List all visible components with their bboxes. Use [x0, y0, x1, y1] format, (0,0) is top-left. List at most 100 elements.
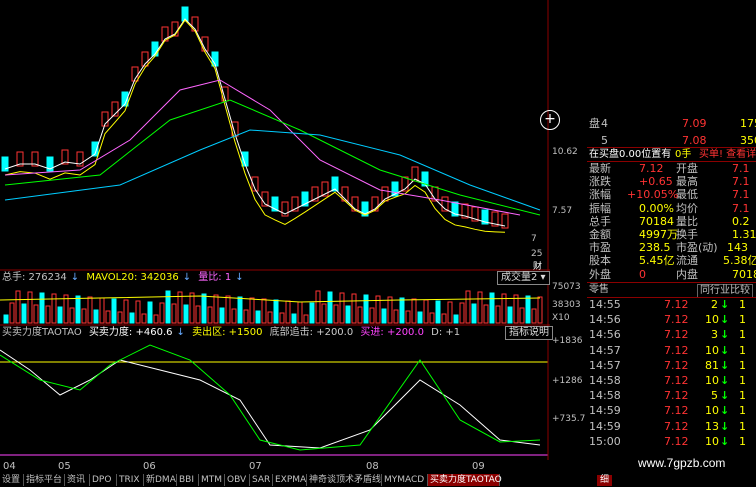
volume-bar	[471, 303, 477, 324]
tab-2[interactable]: 资讯	[65, 474, 90, 486]
mavol-line	[0, 295, 541, 303]
indicator-buy: 买进: +200.0	[360, 327, 424, 338]
pending-order-row: 在买盘0.00位置有 0手 买单! 查看详情	[587, 149, 756, 161]
tab-13[interactable]: 买卖力度TAOTAO	[428, 474, 502, 486]
date-label: 04	[3, 461, 16, 472]
volume-bar	[393, 309, 399, 324]
tab-1[interactable]: 指标平台	[24, 474, 65, 486]
volume-bar	[189, 292, 195, 324]
volume-bar	[363, 294, 369, 324]
volume-bar	[525, 295, 531, 324]
volume-bar	[279, 312, 285, 324]
volume-bar	[225, 295, 231, 324]
chevron-down-icon: ▾	[537, 272, 546, 283]
date-label: 05	[58, 461, 71, 472]
tab-detail[interactable]: 细	[597, 475, 613, 486]
volume-bar	[285, 300, 291, 324]
volume-bar	[381, 308, 387, 324]
stat-row: 金额 4997万 换手 1.31	[589, 228, 756, 241]
volume-bar	[273, 299, 279, 324]
down-arrow-icon: ↓	[720, 313, 730, 327]
side-label-25: 25	[531, 249, 543, 259]
volume-bar	[297, 301, 303, 324]
price-axis-upper: 10.62	[552, 147, 578, 157]
volume-bar	[429, 312, 435, 324]
indicator-lines	[0, 344, 548, 456]
volume-indicator-button[interactable]: 成交量2 ▾	[497, 271, 550, 285]
tab-8[interactable]: OBV	[225, 474, 250, 486]
volume-bar	[27, 291, 33, 324]
tab-4[interactable]: TRIX	[117, 474, 144, 486]
tab-5[interactable]: 新DMA	[144, 474, 177, 486]
volume-bar	[303, 314, 309, 324]
stat-row: 市盈 238.5 市盈(动) 143	[589, 241, 748, 255]
volume-bar	[537, 296, 543, 324]
stat-row: 振幅 0.00% 均价 7.1	[589, 201, 750, 215]
volume-bar	[165, 290, 171, 324]
volume-bar	[405, 310, 411, 324]
tick-row: 14:59 7.12 13 ↓ 1	[589, 419, 746, 433]
date-label: 08	[366, 461, 379, 472]
down-arrow-icon: ↓	[720, 374, 730, 387]
tab-7[interactable]: MTM	[199, 474, 225, 486]
mavol-value: MAVOL20: 342036	[86, 272, 179, 283]
volume-bar	[33, 304, 39, 324]
kline-chart[interactable]	[0, 0, 550, 460]
indicator-name: 买卖力度TAOTAO	[2, 327, 82, 338]
down-arrow-icon: ↓	[720, 389, 730, 403]
volume-bar	[243, 309, 249, 324]
volume-bar	[183, 304, 189, 324]
crosshair-add-icon[interactable]: +	[540, 110, 560, 130]
stat-row: 股本 5.45亿 流通 5.38亿	[589, 254, 756, 268]
indicator-axis-c: +735.7	[552, 414, 586, 424]
down-arrow-icon: ↓	[720, 404, 730, 418]
volume-bar	[507, 306, 513, 324]
tab-10[interactable]: EXPMA	[273, 474, 307, 486]
tab-12[interactable]: MYMACD	[382, 474, 428, 486]
volume-bar	[441, 313, 447, 324]
volume-total: 总手: 276234	[2, 272, 67, 283]
industry-compare-button[interactable]: 同行业比较	[697, 284, 753, 298]
view-detail-link[interactable]: 买单! 查看详情	[699, 149, 756, 161]
down-arrow-icon: ↓	[720, 328, 730, 342]
volume-bar	[465, 290, 471, 324]
volume-bar	[237, 296, 243, 324]
indicator-d: D: +1	[431, 327, 461, 338]
tick-row: 14:57 7.12 10 ↓ 1	[589, 343, 746, 357]
volume-bar	[435, 300, 441, 324]
tick-row: 15:00 7.12 10 ↓ 1	[589, 434, 746, 448]
volume-axis-top: 75073	[552, 282, 581, 292]
tab-3[interactable]: DPO	[90, 474, 117, 486]
volume-bar	[207, 306, 213, 324]
volume-bars	[0, 290, 543, 324]
tab-11[interactable]: 神奇谈顶术矛盾线	[307, 474, 382, 486]
volume-bar	[111, 298, 117, 324]
volume-bar	[477, 291, 483, 324]
tab-9[interactable]: SAR	[250, 474, 273, 486]
volume-bar	[267, 311, 273, 324]
stat-row: 涨幅 +10.05% 最低 7.1	[589, 188, 750, 202]
down-arrow-icon: ↓	[720, 298, 730, 311]
volume-bar	[519, 307, 525, 324]
indicator-help-button[interactable]: 指标说明	[505, 326, 553, 340]
tab-0[interactable]: 设置	[0, 474, 24, 486]
volume-bar	[411, 298, 417, 324]
volume-bar	[399, 297, 405, 324]
tick-row: 14:56 7.12 10 ↓ 1	[589, 313, 746, 327]
indicator-strength: 买卖力度: +460.6	[88, 327, 173, 338]
volume-bar	[489, 292, 495, 324]
volume-bar	[483, 304, 489, 324]
volume-bar	[261, 298, 267, 324]
volume-bar	[141, 313, 147, 324]
indicator-tab-bar: 设置 指标平台 资讯 DPO TRIX 新DMA BBI MTM OBV SAR EXPMA 神奇谈顶…	[0, 474, 756, 487]
indicator-sell-zone: 卖出区: +1500	[192, 327, 263, 338]
tab-6[interactable]: BBI	[177, 474, 199, 486]
volume-bar	[9, 302, 15, 324]
ma5-line	[4, 18, 506, 227]
volume-bar	[123, 299, 129, 324]
indicator-bottom: 底部追击: +200.0	[269, 327, 354, 338]
date-axis: 04 05 06 07 08 09	[0, 461, 550, 473]
ticks-header: 零售 同行业比较	[587, 284, 756, 298]
volume-bar	[423, 299, 429, 324]
down-arrow-icon: ↓	[235, 272, 244, 283]
